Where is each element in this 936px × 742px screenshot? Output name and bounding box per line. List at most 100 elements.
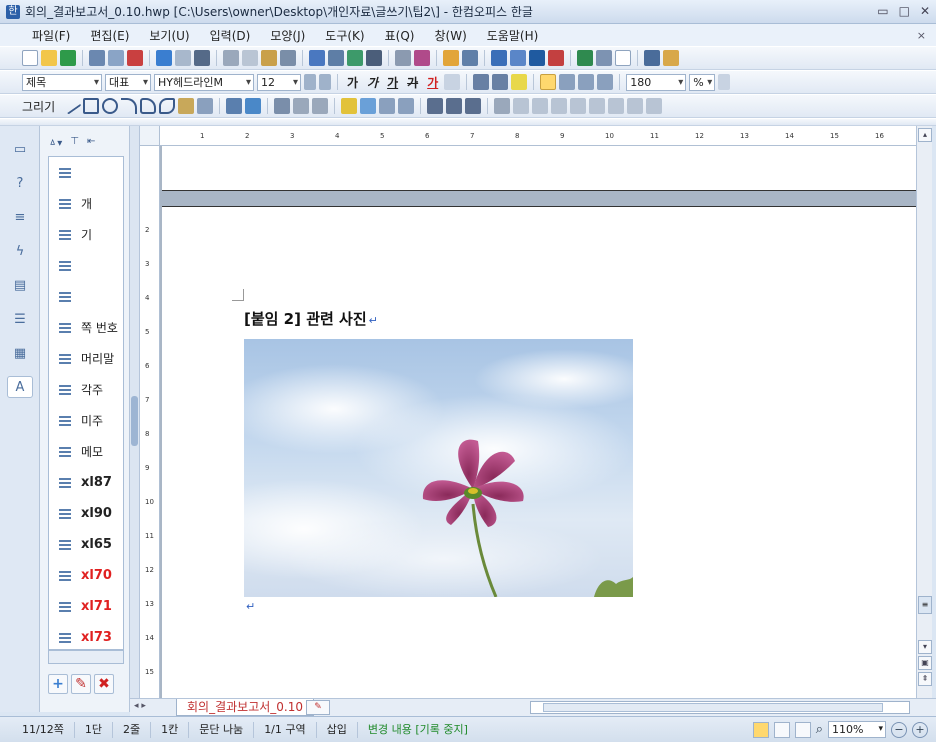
shadow-icon[interactable]: [589, 98, 606, 114]
order-icon[interactable]: [532, 98, 549, 114]
rectangle-tool-icon[interactable]: [83, 98, 100, 114]
paragraph-icon[interactable]: [328, 50, 344, 66]
language-combo[interactable]: 대표: [105, 73, 151, 91]
print-icon[interactable]: [89, 50, 105, 66]
save-icon[interactable]: [60, 50, 76, 66]
style-list-item[interactable]: 미주: [49, 405, 123, 436]
superscript-icon[interactable]: [473, 74, 490, 90]
style-list-item[interactable]: 개: [49, 188, 123, 219]
collapse-icon[interactable]: ⇤: [87, 136, 95, 147]
style-combo[interactable]: 제목: [22, 73, 102, 91]
menu-window[interactable]: 창(W): [434, 27, 466, 44]
align-objects-icon[interactable]: [494, 98, 511, 114]
presentation-icon[interactable]: [644, 50, 660, 66]
ruler-corner[interactable]: [140, 126, 160, 146]
undo-icon[interactable]: [156, 50, 172, 66]
formula-icon[interactable]: [529, 50, 545, 66]
picture-icon[interactable]: [245, 98, 262, 114]
ellipse-tool-icon[interactable]: [102, 98, 119, 114]
spacing-stepper-icon[interactable]: [718, 74, 731, 90]
style-list-item[interactable]: 쪽 번호: [49, 312, 123, 343]
pdf-icon[interactable]: [127, 50, 143, 66]
hyperlink-icon[interactable]: [395, 50, 411, 66]
table-icon[interactable]: [462, 50, 478, 66]
menu-format[interactable]: 모양(J): [270, 27, 305, 44]
panel-splitter[interactable]: [130, 126, 140, 712]
align-right-icon[interactable]: [597, 74, 614, 90]
curve-tool-icon[interactable]: [159, 98, 176, 114]
document-tab[interactable]: 회의_결과보고서_0.10: [176, 699, 314, 716]
connector-tool-icon[interactable]: [197, 98, 214, 114]
style-list-item[interactable]: [49, 157, 123, 188]
menu-table[interactable]: 표(Q): [385, 27, 415, 44]
style-list-item[interactable]: 머리말: [49, 343, 123, 374]
distribute-icon[interactable]: [513, 98, 530, 114]
maximize-button[interactable]: □: [899, 4, 910, 18]
menu-file[interactable]: 파일(F): [32, 27, 70, 44]
pin-icon[interactable]: ⊤: [70, 136, 79, 147]
style-list-item[interactable]: 각주: [49, 374, 123, 405]
horizontal-scrollbar[interactable]: [530, 701, 910, 714]
style-icon[interactable]: [309, 50, 325, 66]
bookmark-icon[interactable]: [414, 50, 430, 66]
settings-icon[interactable]: [663, 50, 679, 66]
bold-button[interactable]: 가: [347, 74, 358, 91]
list-icon[interactable]: ☰: [7, 308, 33, 330]
style-list-item[interactable]: 메모: [49, 436, 123, 467]
cut-icon[interactable]: [223, 50, 239, 66]
underline-button[interactable]: 가: [387, 74, 398, 91]
zoom-in-button[interactable]: +: [912, 721, 928, 738]
document-info-icon[interactable]: [577, 50, 593, 66]
new-document-icon[interactable]: [22, 50, 38, 66]
two-page-view-icon[interactable]: [794, 721, 811, 738]
book-icon[interactable]: ▭: [7, 138, 33, 160]
zoom-combo[interactable]: 110%: [828, 721, 886, 738]
help-icon[interactable]: ?: [7, 172, 33, 194]
ungroup-icon[interactable]: [293, 98, 310, 114]
format-painter-icon[interactable]: [280, 50, 296, 66]
menu-view[interactable]: 보기(U): [149, 27, 189, 44]
horizontal-ruler[interactable]: 1 2 3 4 5 6 7 8 9 10 11 12 13 14 15 16: [160, 126, 916, 146]
style-list-item[interactable]: [49, 250, 123, 281]
arc-tool-icon[interactable]: [121, 98, 138, 114]
vertical-ruler[interactable]: 2 3 4 5 6 7 8 9 10 11 12 13 14 15: [140, 146, 160, 698]
fill-color-icon[interactable]: [360, 98, 377, 114]
style-list-item[interactable]: [49, 281, 123, 312]
strikethrough-button[interactable]: 가: [407, 74, 418, 91]
line-color-icon[interactable]: [341, 98, 358, 114]
status-insert-mode[interactable]: 삽입: [317, 721, 358, 738]
line-spacing-combo[interactable]: 180: [626, 73, 687, 91]
find-icon[interactable]: [194, 50, 210, 66]
line-tool-icon[interactable]: [62, 97, 82, 115]
style-list-scrollbar[interactable]: [48, 650, 124, 664]
close-document-button[interactable]: ×: [917, 29, 926, 42]
style-menu-icon[interactable]: ㅿ▾: [48, 134, 62, 149]
normal-view-icon[interactable]: [752, 721, 769, 738]
blank-page-icon[interactable]: [615, 50, 631, 66]
horizontal-scroll-thumb[interactable]: [543, 703, 883, 712]
page-icon[interactable]: ▣: [918, 656, 932, 670]
align-justify-icon[interactable]: [540, 74, 557, 90]
send-back-icon[interactable]: [398, 98, 415, 114]
current-page[interactable]: [붙임 2] 관련 사진 ↵ ↵: [162, 206, 916, 698]
page-layout-icon[interactable]: [596, 50, 612, 66]
3d-icon[interactable]: [627, 98, 644, 114]
document-area[interactable]: [붙임 2] 관련 사진 ↵ ↵: [160, 146, 916, 698]
pen-tool-icon[interactable]: [178, 98, 195, 114]
columns-icon[interactable]: [366, 50, 382, 66]
style-list-item[interactable]: xl87: [49, 467, 123, 498]
font-combo[interactable]: HY헤드라인M: [154, 73, 254, 91]
style-list-item[interactable]: 기: [49, 219, 123, 250]
polygon-tool-icon[interactable]: [140, 98, 157, 114]
style-list-item[interactable]: xl90: [49, 498, 123, 529]
object-props-icon[interactable]: [646, 98, 663, 114]
highlight-icon[interactable]: [511, 74, 528, 90]
effect-icon[interactable]: [608, 98, 625, 114]
document-heading[interactable]: [붙임 2] 관련 사진 ↵: [244, 308, 378, 329]
align-center-icon[interactable]: [578, 74, 595, 90]
style-list-item[interactable]: xl73: [49, 622, 123, 649]
lightning-icon[interactable]: ϟ: [7, 240, 33, 262]
menu-tools[interactable]: 도구(K): [325, 27, 364, 44]
page-icon[interactable]: ▤: [7, 274, 33, 296]
textbox-icon[interactable]: [226, 98, 243, 114]
